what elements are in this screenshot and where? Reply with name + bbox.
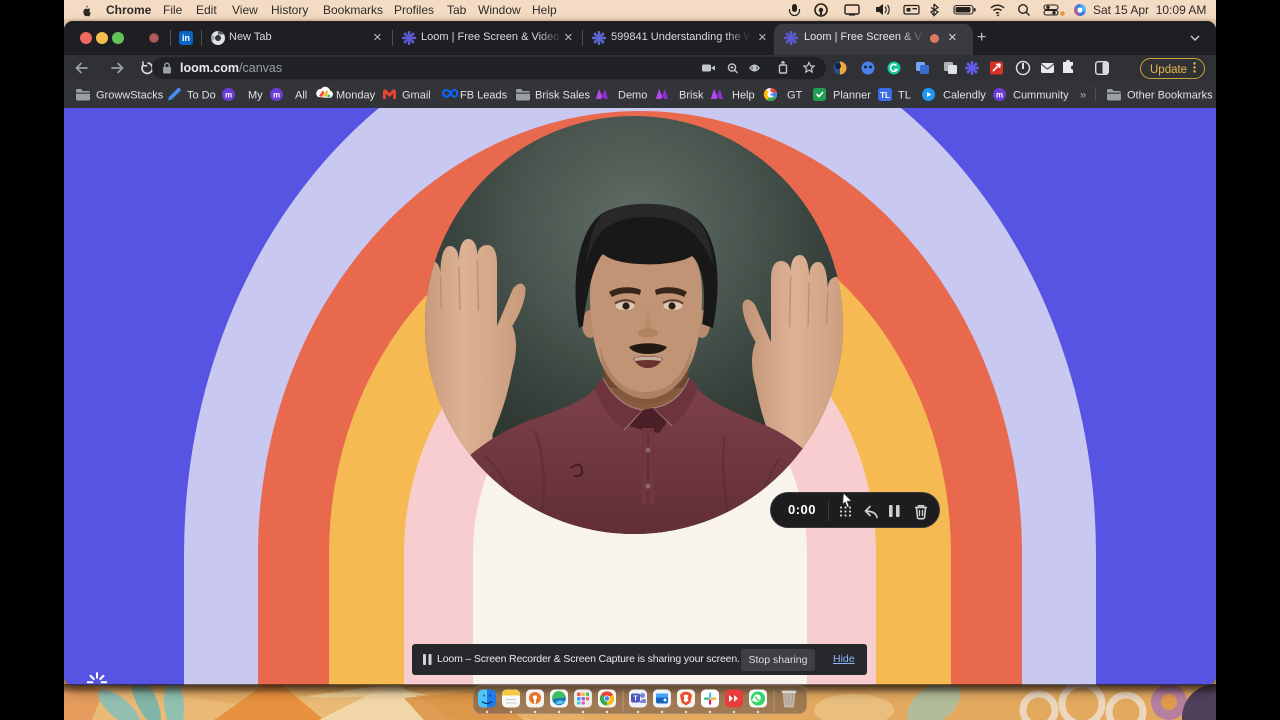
svg-text:My: My — [248, 90, 263, 102]
svg-text:Brisk: Brisk — [679, 90, 704, 102]
svg-text:To Do: To Do — [187, 90, 216, 102]
svg-text:GT: GT — [787, 90, 803, 102]
svg-text:Help: Help — [732, 90, 755, 102]
svg-text:TL: TL — [880, 91, 890, 100]
svg-text:GrowwStacks: GrowwStacks — [96, 90, 164, 102]
svg-text:Demo: Demo — [618, 90, 647, 102]
svg-text:TL: TL — [898, 90, 911, 102]
svg-text:Planner: Planner — [833, 90, 871, 102]
svg-text:Calendly: Calendly — [943, 90, 986, 102]
svg-text:All: All — [295, 90, 307, 102]
svg-text:Brisk Sales: Brisk Sales — [535, 90, 591, 102]
svg-text:FB Leads: FB Leads — [460, 90, 508, 102]
svg-text:»: » — [1080, 90, 1086, 102]
svg-text:Other Bookmarks: Other Bookmarks — [1127, 90, 1213, 102]
svg-text:Gmail: Gmail — [402, 90, 431, 102]
svg-text:Monday: Monday — [336, 90, 376, 102]
svg-text:T: T — [633, 696, 638, 703]
svg-text:Cummunity: Cummunity — [1013, 90, 1069, 102]
